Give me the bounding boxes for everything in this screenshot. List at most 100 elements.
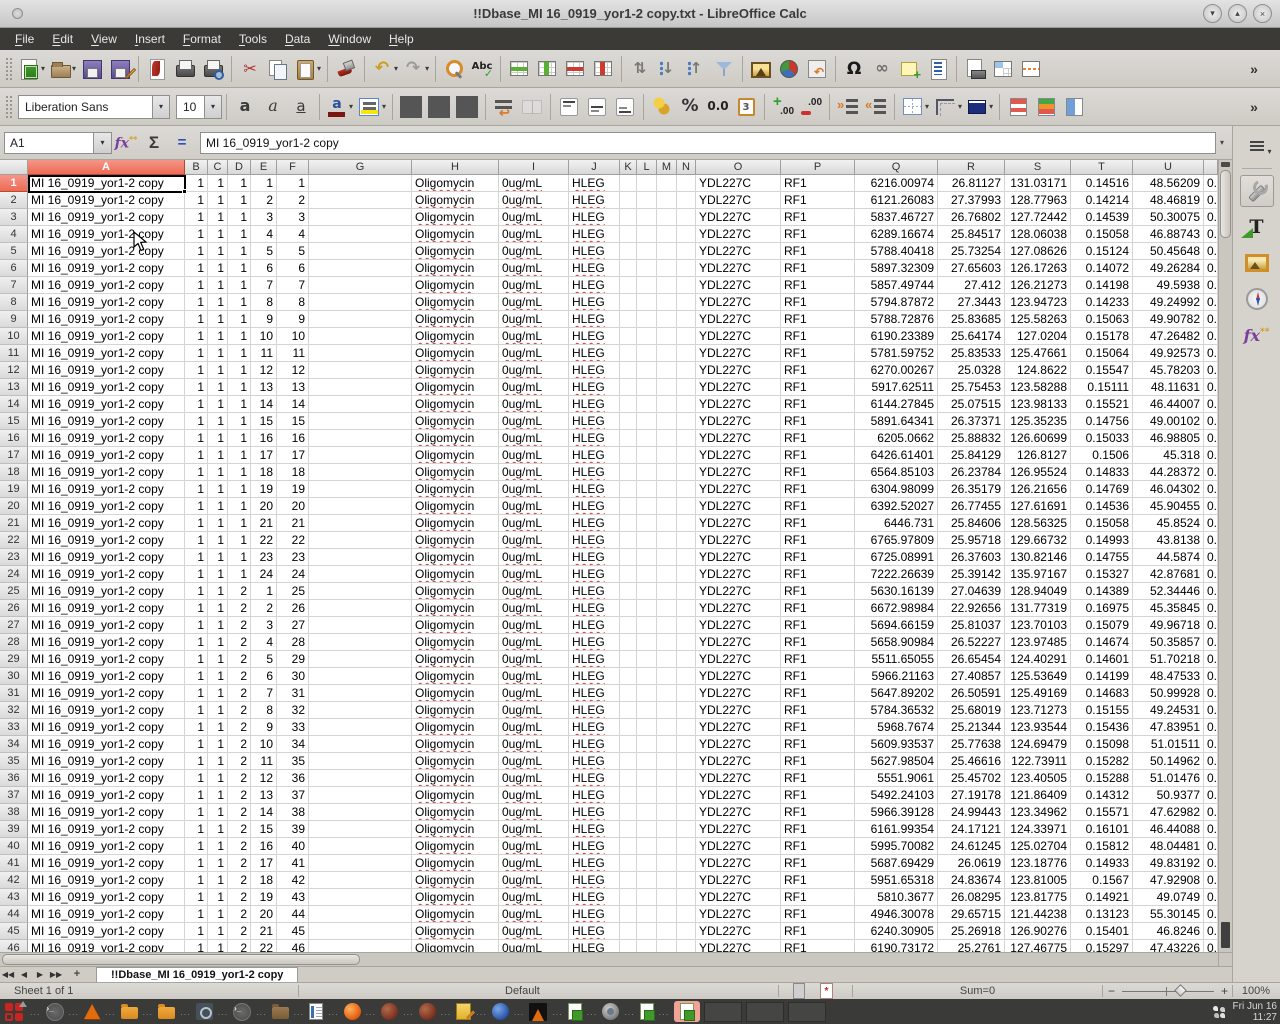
cell[interactable]: 1 [185, 566, 208, 583]
cell[interactable]: 0. [1204, 651, 1218, 668]
cell[interactable]: 0ug/mL [499, 787, 569, 804]
sheet-tab[interactable]: !!Dbase_MI 16_0919_yor1-2 copy [96, 967, 298, 982]
cell[interactable]: 0. [1204, 311, 1218, 328]
menu-item-format[interactable]: Format [174, 30, 230, 48]
cell[interactable]: HLEG [569, 243, 620, 260]
cell[interactable] [657, 243, 677, 260]
sum-info[interactable]: Sum=0 [855, 983, 1100, 999]
cell[interactable]: 48.46819 [1133, 192, 1204, 209]
cell[interactable]: 1 [228, 311, 251, 328]
cell[interactable]: 0.14214 [1071, 192, 1133, 209]
cell[interactable]: 10 [251, 328, 277, 345]
cell[interactable] [637, 311, 657, 328]
cell[interactable]: HLEG [569, 430, 620, 447]
row-header[interactable]: 27 [0, 617, 28, 634]
cell[interactable]: HLEG [569, 294, 620, 311]
cell[interactable] [637, 906, 657, 923]
spreadsheet-grid[interactable]: ABCDEFGHIJKLMNOPQRSTU1MI 16_0919_yor1-2 … [0, 160, 1218, 952]
taskbar-item-firefox-dark[interactable] [419, 1001, 436, 1022]
cell[interactable]: 0. [1204, 192, 1218, 209]
cell[interactable] [309, 311, 412, 328]
cell[interactable] [677, 804, 696, 821]
cell[interactable]: 40 [277, 838, 309, 855]
cell[interactable] [657, 821, 677, 838]
menu-item-help[interactable]: Help [380, 30, 423, 48]
decrease-indent-button[interactable] [862, 92, 890, 122]
cell[interactable]: 0. [1204, 634, 1218, 651]
cell[interactable]: Oligomycin [412, 634, 499, 651]
cell[interactable] [620, 617, 637, 634]
cell[interactable] [620, 549, 637, 566]
cell[interactable] [637, 379, 657, 396]
cell[interactable]: 6426.61401 [855, 447, 938, 464]
cell[interactable]: 1 [208, 804, 228, 821]
cell[interactable]: 0ug/mL [499, 481, 569, 498]
cell[interactable] [637, 753, 657, 770]
cell[interactable]: HLEG [569, 685, 620, 702]
cell[interactable]: 35 [277, 753, 309, 770]
cell[interactable]: 0. [1204, 413, 1218, 430]
cell[interactable]: 126.21273 [1005, 277, 1071, 294]
cell[interactable]: 0ug/mL [499, 260, 569, 277]
column-header-E[interactable]: E [251, 160, 277, 175]
cell[interactable]: 0.15033 [1071, 430, 1133, 447]
cell[interactable]: 1 [228, 515, 251, 532]
cell[interactable]: 1 [185, 175, 208, 192]
cell[interactable]: 4946.30078 [855, 906, 938, 923]
column-header-D[interactable]: D [228, 160, 251, 175]
cell[interactable]: Oligomycin [412, 447, 499, 464]
cell[interactable]: 44.28372 [1133, 464, 1204, 481]
cell[interactable]: RF1 [781, 260, 855, 277]
cell[interactable]: RF1 [781, 617, 855, 634]
valign-top-button[interactable] [555, 92, 583, 122]
cell[interactable] [309, 447, 412, 464]
cell[interactable] [637, 770, 657, 787]
cell[interactable] [620, 362, 637, 379]
cell[interactable]: 1 [228, 175, 251, 192]
cell[interactable]: 1 [185, 702, 208, 719]
cell[interactable] [309, 328, 412, 345]
cf-data-bar-button[interactable] [1032, 92, 1060, 122]
cell[interactable]: 6 [277, 260, 309, 277]
cell[interactable]: RF1 [781, 583, 855, 600]
cell[interactable]: YDL227C [696, 430, 781, 447]
cell[interactable]: MI 16_0919_yor1-2 copy [28, 634, 185, 651]
cell[interactable]: 123.81005 [1005, 872, 1071, 889]
cell[interactable] [657, 396, 677, 413]
taskbar-item-folder-brown[interactable] [272, 1001, 289, 1022]
cell[interactable]: 126.95524 [1005, 464, 1071, 481]
cell[interactable]: 7 [251, 277, 277, 294]
cell[interactable]: 0. [1204, 464, 1218, 481]
cell[interactable]: RF1 [781, 600, 855, 617]
cell[interactable]: HLEG [569, 481, 620, 498]
cell[interactable]: 1 [185, 277, 208, 294]
cell[interactable] [657, 617, 677, 634]
cell[interactable]: 0ug/mL [499, 549, 569, 566]
cell[interactable]: 47.62982 [1133, 804, 1204, 821]
cell[interactable] [677, 719, 696, 736]
cell[interactable]: 6161.99354 [855, 821, 938, 838]
column-header-U[interactable]: U [1133, 160, 1204, 175]
cell[interactable]: MI 16_0919_yor1-2 copy [28, 396, 185, 413]
cell[interactable]: Oligomycin [412, 498, 499, 515]
taskbar-item-matlab-dark[interactable] [529, 1001, 547, 1022]
row-header[interactable]: 44 [0, 906, 28, 923]
cell[interactable]: HLEG [569, 311, 620, 328]
cell[interactable]: 0.15111 [1071, 379, 1133, 396]
date-format-button[interactable]: 3 [732, 92, 760, 122]
cell[interactable]: 48.47533 [1133, 668, 1204, 685]
cell[interactable]: 1 [208, 345, 228, 362]
cell[interactable] [637, 668, 657, 685]
cell[interactable]: 1 [185, 192, 208, 209]
cell[interactable] [677, 175, 696, 192]
cell[interactable] [309, 209, 412, 226]
cell[interactable] [620, 889, 637, 906]
delete-row-button[interactable] [561, 54, 589, 84]
cell[interactable]: YDL227C [696, 209, 781, 226]
cell[interactable] [657, 923, 677, 940]
cell[interactable]: 44 [277, 906, 309, 923]
cell[interactable] [309, 753, 412, 770]
cell[interactable]: 0ug/mL [499, 889, 569, 906]
cell[interactable]: 0ug/mL [499, 651, 569, 668]
cell[interactable]: 15 [251, 821, 277, 838]
